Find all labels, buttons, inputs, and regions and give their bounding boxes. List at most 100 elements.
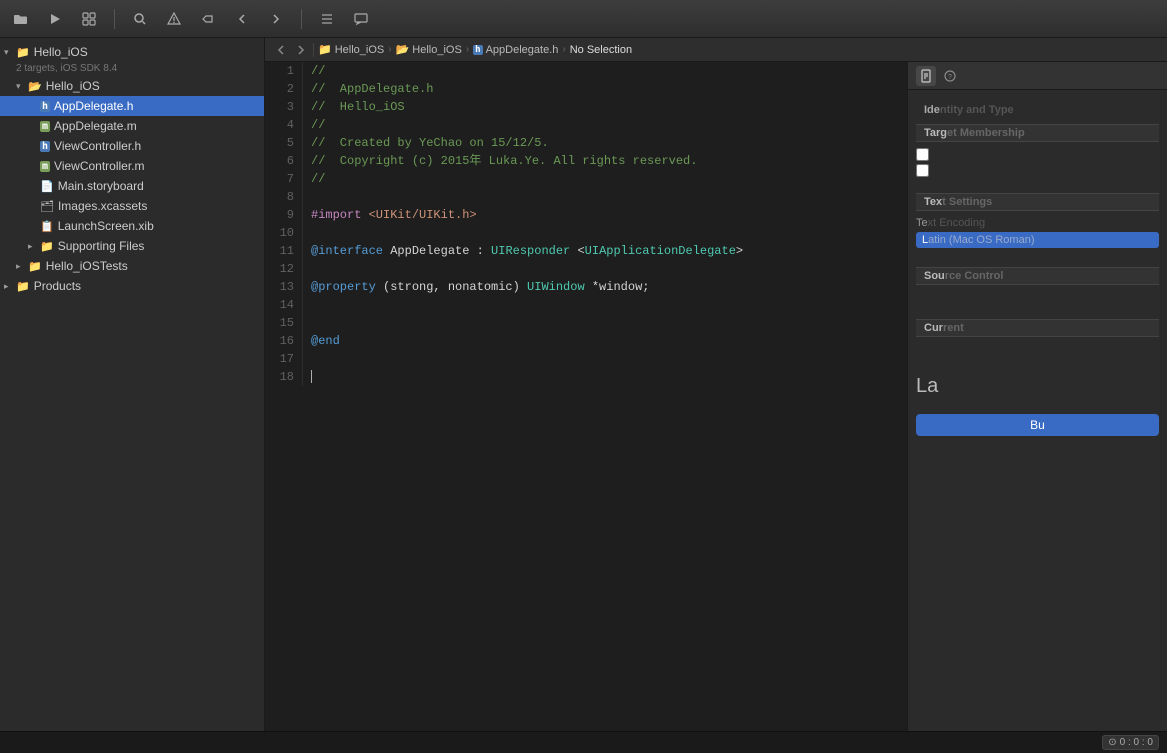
line-content: @property (strong, nonatomic) UIWindow *…	[303, 278, 907, 296]
line-number: 9	[265, 206, 303, 224]
code-line: 16 @end	[265, 332, 907, 350]
line-number: 15	[265, 314, 303, 332]
grid-view-icon[interactable]	[78, 8, 100, 30]
identity-section: Identity and Type Target Membership	[916, 98, 1159, 181]
code-line: 6 // Copyright (c) 2015年 Luka.Ye. All ri…	[265, 152, 907, 170]
triangle-icon	[28, 241, 38, 252]
toolbar-separator-1	[114, 9, 115, 29]
line-content	[303, 224, 907, 242]
xcassets-icon: 🗂	[40, 200, 54, 213]
sidebar-item-label: ViewController.h	[54, 139, 141, 153]
warning-icon[interactable]	[163, 8, 185, 30]
code-line: 18	[265, 368, 907, 386]
toolbar-separator-2	[301, 9, 302, 29]
line-content: // Copyright (c) 2015年 Luka.Ye. All righ…	[303, 152, 907, 170]
sidebar-item-launchscreen-xib[interactable]: ◇ 📋 LaunchScreen.xib	[0, 216, 264, 236]
breadcrumb-chevron: ›	[388, 44, 391, 55]
la-section: La	[916, 371, 1159, 402]
breadcrumb-appdelegate-h[interactable]: h AppDelegate.h	[473, 44, 558, 56]
code-editor[interactable]: 1 // 2 // AppDelegate.h 3 // Hello_iOS 4…	[265, 62, 907, 731]
line-number: 16	[265, 332, 303, 350]
code-line: 10	[265, 224, 907, 242]
line-number: 17	[265, 350, 303, 368]
sidebar-item-viewcontroller-m[interactable]: ◇ m ViewController.m	[0, 156, 264, 176]
list-view-icon[interactable]	[316, 8, 338, 30]
comment-icon[interactable]	[350, 8, 372, 30]
h-file-icon: h	[40, 141, 50, 152]
inspector-tab-file[interactable]	[916, 66, 936, 86]
line-number: 10	[265, 224, 303, 242]
line-number: 12	[265, 260, 303, 278]
breadcrumb-chevron: ›	[466, 44, 469, 55]
bottom-bar: ⊙ 0 : 0 : 0	[0, 731, 1167, 753]
triangle-icon	[16, 81, 26, 92]
sidebar-item-hello-ios-group[interactable]: 📂 Hello_iOS	[0, 76, 264, 96]
xib-icon: 📋	[40, 220, 54, 233]
code-line: 17	[265, 350, 907, 368]
line-content: @interface AppDelegate : UIResponder <UI…	[303, 242, 907, 260]
target-checkbox-2[interactable]	[916, 164, 929, 177]
code-line: 14	[265, 296, 907, 314]
line-number: 7	[265, 170, 303, 188]
code-line: 13 @property (strong, nonatomic) UIWindo…	[265, 278, 907, 296]
breadcrumb-hello-ios-group[interactable]: 📂 Hello_iOS	[396, 43, 462, 56]
target-checkbox-1[interactable]	[916, 148, 929, 161]
sidebar-item-hello-ios-tests[interactable]: 📁 Hello_iOSTests	[0, 256, 264, 276]
folder-icon: 📁	[40, 240, 54, 253]
h-icon: h	[473, 45, 482, 55]
code-line: 8	[265, 188, 907, 206]
line-number: 18	[265, 368, 303, 386]
la-title: La	[916, 371, 1159, 402]
sidebar-item-products[interactable]: 📁 Products	[0, 276, 264, 296]
triangle-icon	[4, 281, 14, 292]
run-button[interactable]	[44, 8, 66, 30]
sidebar-item-viewcontroller-h[interactable]: ◇ h ViewController.h	[0, 136, 264, 156]
text-settings-content: Text Encoding Latin (Mac OS Roman)	[916, 213, 1159, 255]
code-line: 15	[265, 314, 907, 332]
bu-button[interactable]: Bu	[916, 414, 1159, 436]
line-content: // AppDelegate.h	[303, 80, 907, 98]
sidebar-item-label: AppDelegate.m	[54, 119, 137, 133]
search-toolbar-icon[interactable]	[129, 8, 151, 30]
sidebar-item-label: Hello_iOSTests	[46, 259, 128, 273]
breakpoint-icon[interactable]	[197, 8, 219, 30]
code-line: 4 //	[265, 116, 907, 134]
line-number: 5	[265, 134, 303, 152]
breadcrumb-no-selection: No Selection	[570, 44, 632, 56]
triangle-icon	[4, 47, 14, 58]
line-content: // Created by YeChao on 15/12/5.	[303, 134, 907, 152]
source-control-header: Source Control	[916, 267, 1159, 285]
folder-icon: 📁	[16, 280, 30, 293]
target-membership-header: Target Membership	[916, 124, 1159, 142]
code-line: 7 //	[265, 170, 907, 188]
sidebar-item-supporting-files[interactable]: 📁 Supporting Files	[0, 236, 264, 256]
nav-forward-button[interactable]	[293, 42, 309, 58]
status-icon: ⊙	[1108, 737, 1116, 748]
line-number: 11	[265, 242, 303, 260]
text-encoding-value[interactable]: Latin (Mac OS Roman)	[916, 232, 1159, 248]
inspector-tabs: ?	[908, 62, 1167, 90]
line-content: //	[303, 116, 907, 134]
sidebar-item-hello-ios-root[interactable]: 📁 Hello_iOS	[0, 42, 264, 62]
breadcrumb-chevron: ›	[562, 44, 565, 55]
inspector-tab-quick-help[interactable]: ?	[940, 66, 960, 86]
triangle-icon	[16, 261, 26, 272]
forward-button[interactable]	[265, 8, 287, 30]
toolbar	[0, 0, 1167, 38]
line-content	[303, 188, 907, 206]
sidebar-item-images-xcassets[interactable]: ◇ 🗂 Images.xcassets	[0, 196, 264, 216]
breadcrumb-hello-ios[interactable]: 📁 Hello_iOS	[318, 43, 384, 56]
sidebar-item-appdelegate-h[interactable]: ◇ h AppDelegate.h	[0, 96, 264, 116]
line-content	[303, 296, 907, 314]
bu-section: Bu	[916, 414, 1159, 436]
code-line: 9 #import <UIKit/UIKit.h>	[265, 206, 907, 224]
folder-icon[interactable]	[10, 8, 32, 30]
nav-separator	[313, 43, 314, 57]
sidebar-item-appdelegate-m[interactable]: ◇ m AppDelegate.m	[0, 116, 264, 136]
status-text: 0 : 0 : 0	[1120, 737, 1153, 748]
back-button[interactable]	[231, 8, 253, 30]
sidebar-item-main-storyboard[interactable]: ◇ 📄 Main.storyboard	[0, 176, 264, 196]
nav-back-button[interactable]	[273, 42, 289, 58]
line-content	[303, 350, 907, 368]
folder-icon: 📂	[396, 43, 410, 56]
